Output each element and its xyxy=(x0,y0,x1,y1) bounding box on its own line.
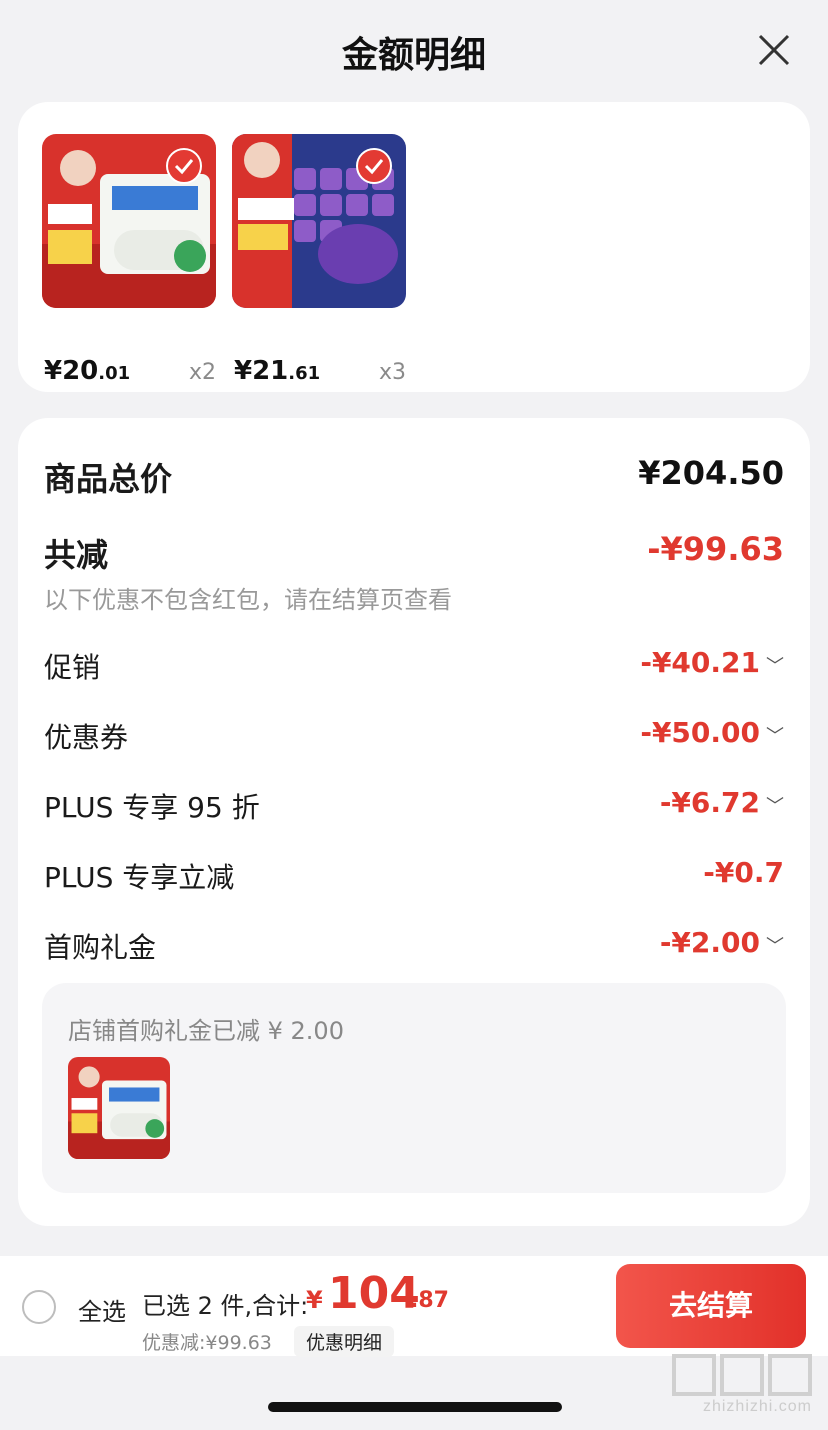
discount-total-label: 共减 xyxy=(44,536,109,574)
total-amount-integer: 104 xyxy=(328,1268,420,1319)
discount-value: -¥2.00 ﹀ xyxy=(659,926,784,959)
price-details-card: 商品总价 ¥204.50 共减 -¥99.63 以下优惠不包含红包，请在结算页查… xyxy=(18,418,810,1226)
discount-value: -¥50.00 ﹀ xyxy=(640,716,784,749)
chevron-down-icon[interactable]: ﹀ xyxy=(766,796,784,817)
total-price-label: 商品总价 xyxy=(44,460,173,498)
product-price: ¥21.61 xyxy=(234,356,321,386)
gift-note: 店铺首购礼金已减 ¥ 2.00 xyxy=(68,1017,344,1045)
discount-label: PLUS 专享立减 xyxy=(44,861,235,894)
selected-count-text: 已选 2 件,合计: xyxy=(142,1292,309,1320)
home-indicator xyxy=(268,1402,562,1412)
discount-label: 首购礼金 xyxy=(44,931,157,964)
page-title: 金额明细 xyxy=(341,35,486,76)
header: 金额明细 xyxy=(0,0,828,100)
chevron-down-icon[interactable]: ﹀ xyxy=(766,936,784,957)
chevron-down-icon[interactable]: ﹀ xyxy=(766,656,784,677)
total-amount-decimal: .87 xyxy=(410,1288,449,1313)
checkout-bar: 全选 已选 2 件,合计: ¥ 104 .87 优惠减:¥99.63 优惠明细 … xyxy=(0,1256,828,1357)
gift-product-image[interactable] xyxy=(68,1057,170,1159)
discount-label: PLUS 专享 95 折 xyxy=(44,791,260,824)
saved-amount: 优惠减:¥99.63 xyxy=(142,1332,272,1354)
selected-check-icon xyxy=(356,148,392,184)
product-quantity: x2 xyxy=(188,360,216,385)
discount-value: -¥40.21 ﹀ xyxy=(640,646,784,679)
product-image[interactable] xyxy=(42,134,216,308)
chevron-down-icon[interactable]: ﹀ xyxy=(766,726,784,747)
product-item[interactable]: ¥20.01 x2 xyxy=(42,134,216,386)
total-currency: ¥ xyxy=(306,1286,323,1314)
select-all-label[interactable]: 全选 xyxy=(78,1292,126,1327)
select-all-radio[interactable] xyxy=(22,1290,56,1324)
discount-value: -¥0.7 xyxy=(703,856,784,889)
product-price: ¥20.01 xyxy=(44,356,131,386)
product-quantity: x3 xyxy=(378,360,406,385)
checkout-button[interactable]: 去结算 xyxy=(616,1264,806,1348)
product-image[interactable] xyxy=(232,134,406,308)
discount-value: -¥6.72 ﹀ xyxy=(659,786,784,819)
discount-total-value: -¥99.63 xyxy=(647,530,784,568)
discount-label: 优惠券 xyxy=(44,721,129,754)
selected-products-card: ¥20.01 x2 ¥21.61 x3 xyxy=(18,102,810,392)
discount-detail-button[interactable]: 优惠明细 xyxy=(294,1326,395,1357)
total-price-value: ¥204.50 xyxy=(638,454,784,492)
product-item[interactable]: ¥21.61 x3 xyxy=(232,134,406,386)
watermark-logo: zhizhizhi.com xyxy=(668,1350,818,1420)
first-purchase-gift-panel: 店铺首购礼金已减 ¥ 2.00 xyxy=(42,983,786,1193)
discount-note: 以下优惠不包含红包，请在结算页查看 xyxy=(44,586,452,614)
selected-check-icon xyxy=(166,148,202,184)
close-icon[interactable] xyxy=(754,30,794,70)
discount-label: 促销 xyxy=(44,651,101,684)
watermark-text: zhizhizhi.com xyxy=(702,1398,812,1415)
